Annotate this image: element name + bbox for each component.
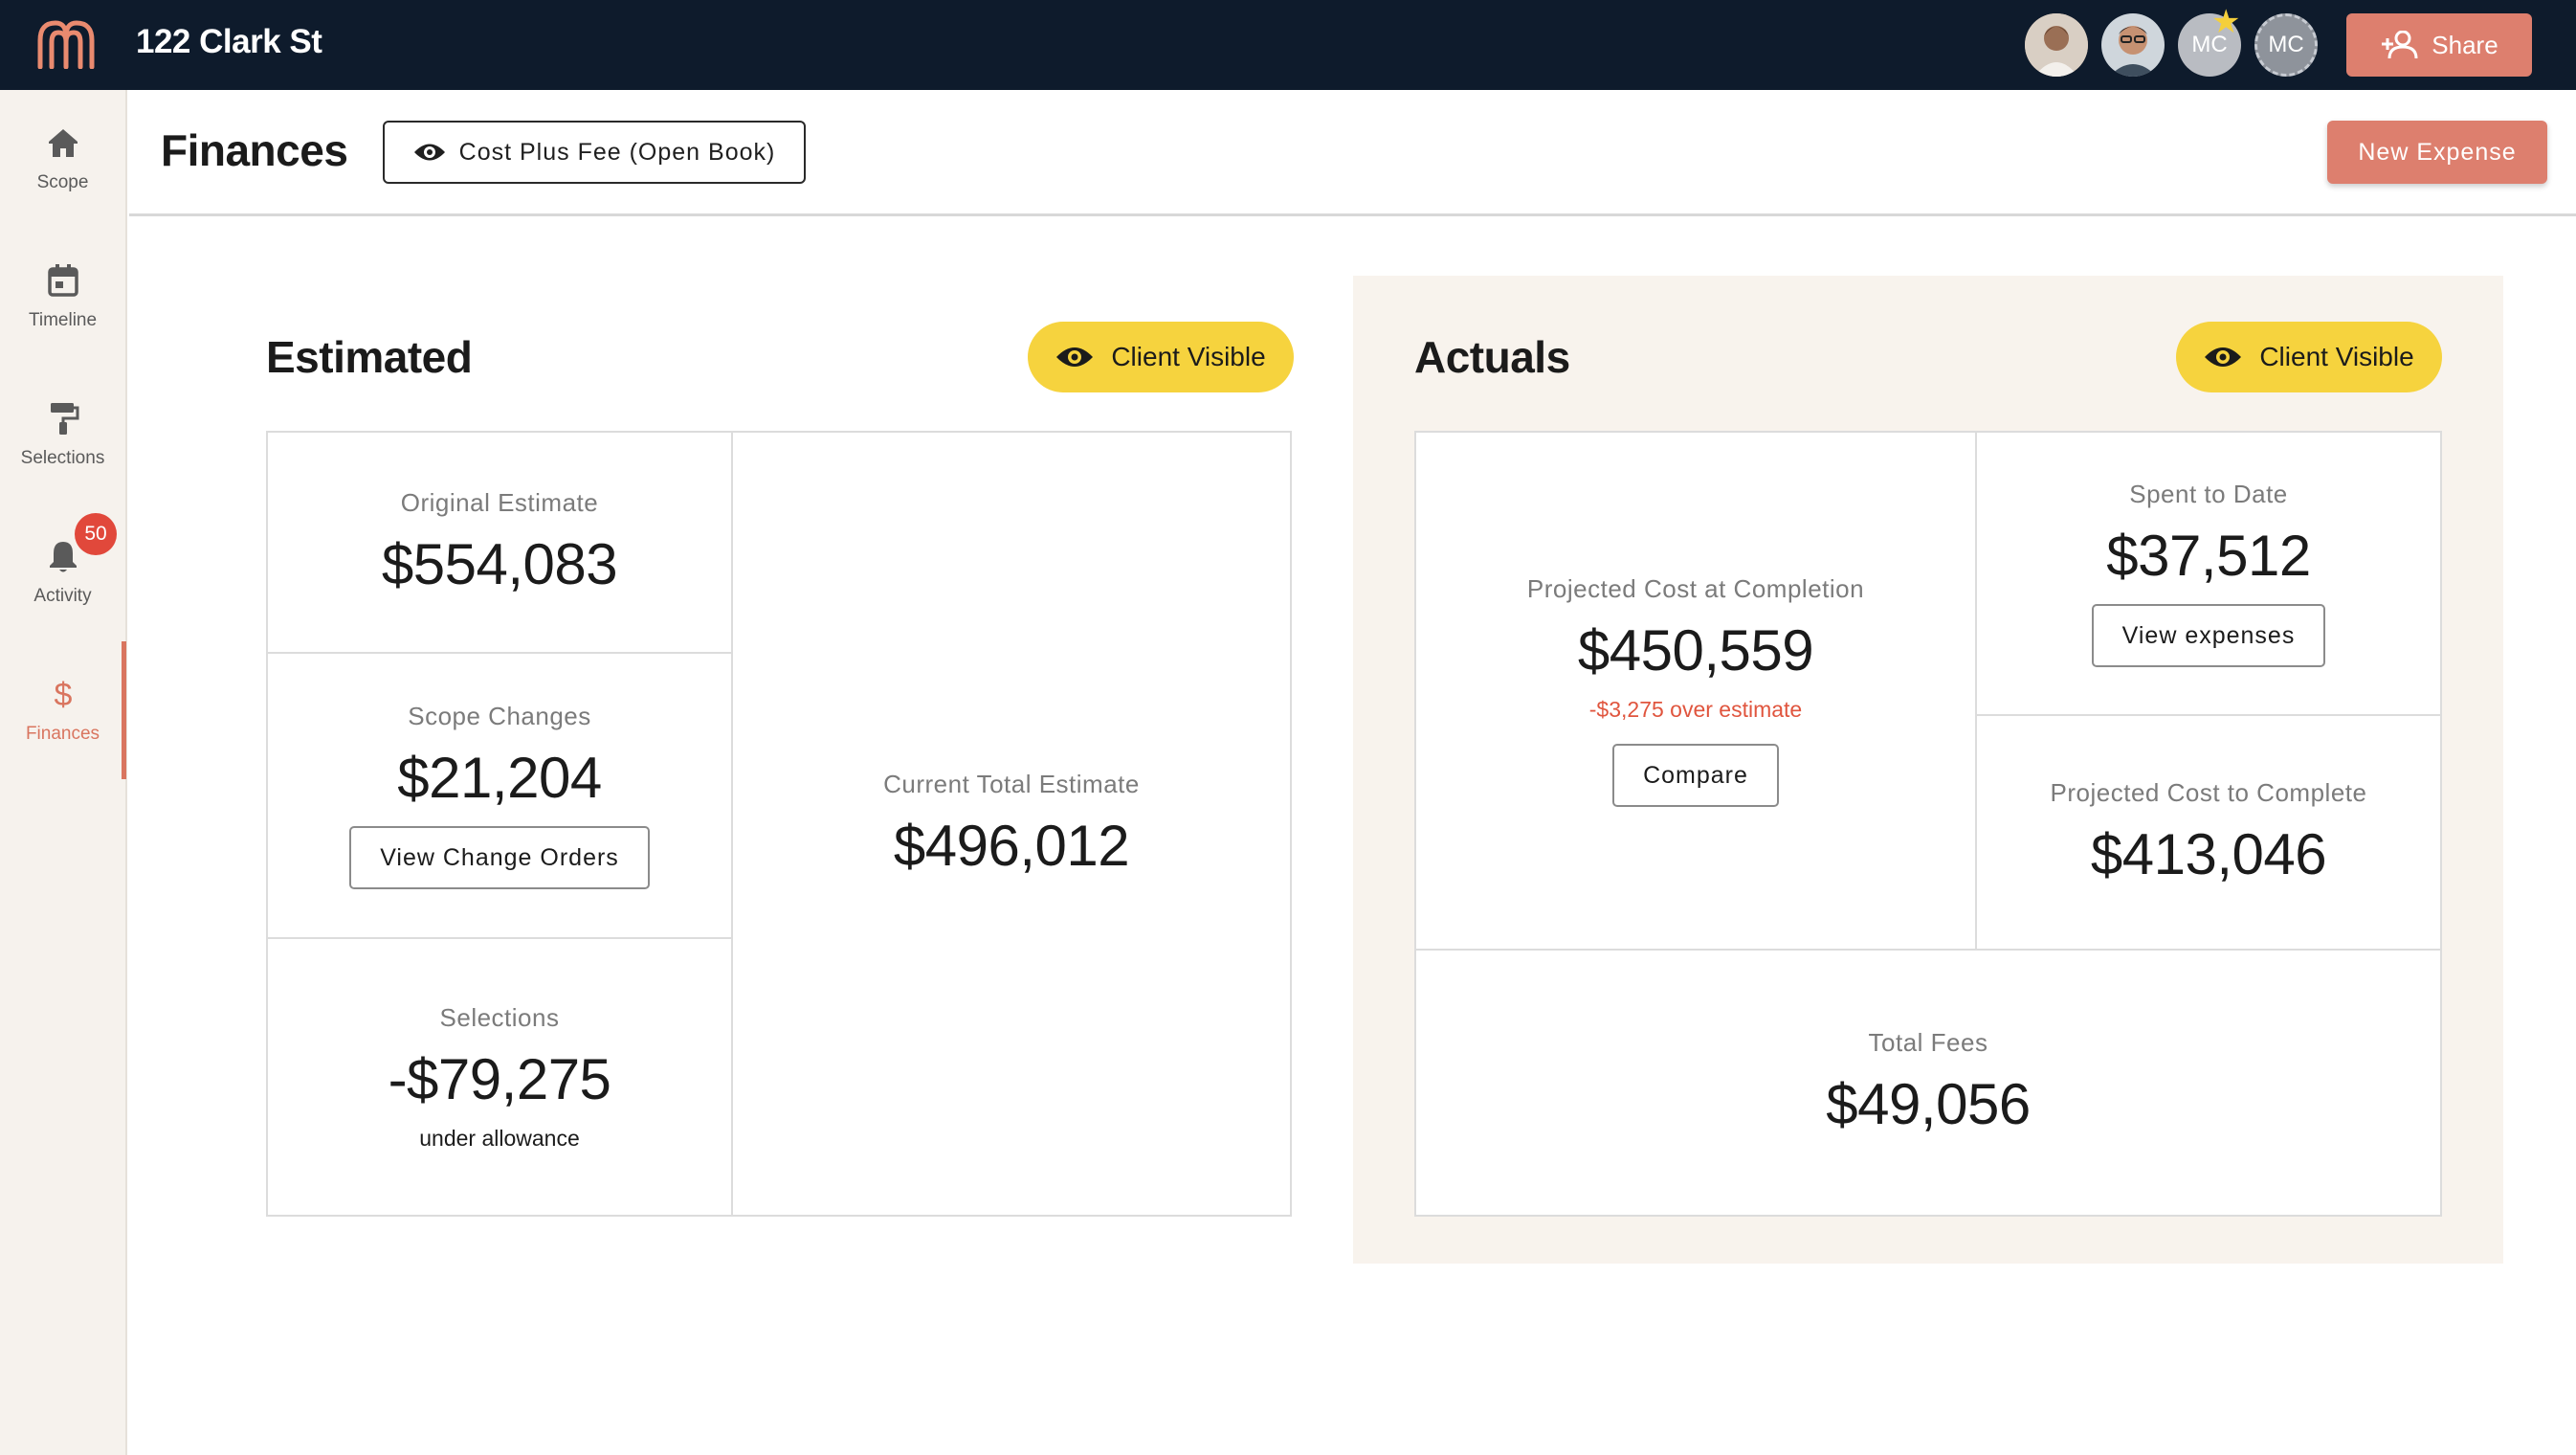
home-icon — [48, 129, 78, 157]
bell-icon — [49, 542, 77, 572]
page-title: Finances — [161, 125, 348, 175]
app-logo-icon[interactable] — [36, 19, 96, 69]
paint-roller-icon — [50, 403, 78, 435]
sidebar-item-timeline[interactable]: Timeline — [0, 239, 125, 354]
actuals-client-visible-toggle[interactable]: Client Visible — [2176, 322, 2442, 392]
sidebar-item-label: Finances — [25, 724, 100, 744]
scope-changes-card: Scope Changes $21,204 View Change Orders — [266, 652, 733, 939]
user-avatar-1[interactable] — [2025, 13, 2088, 77]
share-button[interactable]: Share — [2346, 13, 2532, 77]
active-nav-indicator — [122, 641, 126, 779]
card-label: Spent to Date — [2129, 480, 2288, 508]
calendar-icon — [47, 264, 78, 297]
original-estimate-card: Original Estimate $554,083 — [266, 431, 733, 654]
card-value: $496,012 — [893, 813, 1130, 878]
card-value: $49,056 — [1826, 1072, 2031, 1136]
card-label: Total Fees — [1868, 1028, 1988, 1057]
spent-to-date-card: Spent to Date $37,512 View expenses — [1975, 431, 2442, 716]
card-label: Scope Changes — [408, 702, 591, 730]
view-change-orders-button[interactable]: View Change Orders — [349, 826, 650, 889]
activity-count-badge: 50 — [75, 513, 117, 555]
contract-type-label: Cost Plus Fee (Open Book) — [458, 138, 776, 166]
client-visible-label: Client Visible — [2259, 342, 2414, 371]
project-title[interactable]: 122 Clark St — [136, 23, 322, 61]
current-total-estimate-card: Current Total Estimate $496,012 — [731, 431, 1292, 1217]
selections-card: Selections -$79,275 under allowance — [266, 937, 733, 1217]
projected-cost-to-complete-card: Projected Cost to Complete $413,046 — [1975, 714, 2442, 951]
over-estimate-note: -$3,275 over estimate — [1588, 697, 1803, 722]
eye-icon — [1056, 347, 1094, 367]
sidebar-item-label: Selections — [20, 448, 105, 468]
sidebar-item-scope[interactable]: Scope — [0, 101, 125, 216]
page-header: Finances Cost Plus Fee (Open Book) New E… — [129, 90, 2576, 216]
estimated-title: Estimated — [266, 332, 473, 382]
card-label: Projected Cost to Complete — [2050, 777, 2367, 807]
user-avatar-mc-invited[interactable]: MC — [2254, 13, 2318, 77]
sidebar-item-label: Timeline — [28, 310, 98, 330]
card-value: $413,046 — [2090, 821, 2327, 886]
eye-icon — [413, 144, 445, 161]
card-value: -$79,275 — [388, 1046, 611, 1111]
card-value: $21,204 — [397, 746, 602, 810]
user-avatar-2[interactable] — [2101, 13, 2165, 77]
card-value: $37,512 — [2106, 524, 2311, 588]
card-label: Selections — [439, 1002, 560, 1032]
compare-button[interactable]: Compare — [1612, 744, 1779, 807]
new-expense-button[interactable]: New Expense — [2327, 121, 2547, 184]
eye-icon — [2205, 347, 2242, 367]
estimated-client-visible-toggle[interactable]: Client Visible — [1028, 322, 1294, 392]
contract-type-button[interactable]: Cost Plus Fee (Open Book) — [383, 121, 806, 184]
top-bar: 122 Clark St MC ★ MC Share — [0, 0, 2576, 90]
card-label: Projected Cost at Completion — [1526, 574, 1865, 603]
total-fees-card: Total Fees $49,056 — [1414, 949, 2442, 1217]
user-photo-icon — [2025, 13, 2088, 77]
card-label: Original Estimate — [400, 487, 599, 517]
user-photo-icon — [2101, 13, 2165, 77]
share-label: Share — [2432, 30, 2498, 59]
dollar-icon: $ — [54, 677, 72, 712]
view-expenses-button[interactable]: View expenses — [2091, 604, 2326, 667]
sidebar-item-label: Scope — [36, 172, 89, 192]
sidebar-item-selections[interactable]: Selections — [0, 377, 125, 492]
client-visible-label: Client Visible — [1111, 342, 1266, 371]
card-note: under allowance — [419, 1125, 580, 1151]
sidebar-item-finances[interactable]: $ Finances — [0, 653, 125, 768]
card-label: Current Total Estimate — [883, 769, 1140, 798]
card-value: $450,559 — [1577, 618, 1814, 683]
actuals-title: Actuals — [1414, 332, 1570, 382]
add-person-icon — [2382, 31, 2418, 59]
projected-cost-at-completion-card: Projected Cost at Completion $450,559 -$… — [1414, 431, 1977, 951]
sidebar-item-label: Activity — [33, 586, 92, 606]
owner-star-icon: ★ — [2211, 4, 2241, 40]
card-value: $554,083 — [381, 531, 618, 596]
svg-text:$: $ — [54, 677, 72, 712]
